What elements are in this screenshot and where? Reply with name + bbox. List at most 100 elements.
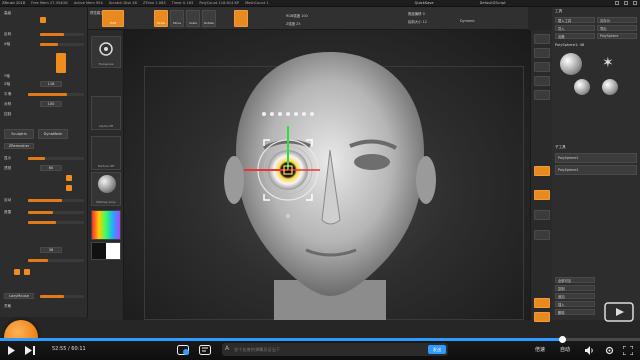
subtool-item[interactable]: PolySphere1 [555,153,637,163]
edit-button[interactable]: Edit [102,10,124,27]
setting-slider[interactable] [40,33,84,36]
canvas-viewport[interactable] [124,30,530,320]
lazymouse-button[interactable]: LazyMouse [4,293,34,299]
danmu-send-button[interactable]: 发送 [428,345,446,354]
scale-button[interactable]: Scale [186,10,200,27]
color-swatches[interactable] [91,242,121,260]
fullscreen-icon[interactable] [622,344,634,356]
setting-slider[interactable] [40,43,84,46]
setting-slider[interactable] [40,295,84,298]
danmu-toggle-icon[interactable] [176,344,190,356]
setting-row[interactable]: 遮罩 [4,209,11,215]
transpose-card[interactable]: Transpose [91,36,121,68]
toggle-button[interactable] [24,269,30,275]
danmu-settings-icon[interactable] [198,344,212,356]
subtool-item[interactable]: PolySphere1 [555,165,637,175]
tool-sphere-icon[interactable] [602,79,618,95]
quality-button[interactable]: 自动 [560,346,570,353]
focal-shift-label[interactable]: 焦距偏移 0 [408,11,425,16]
setting-slider[interactable] [28,93,84,96]
shelf-button-active[interactable] [534,298,550,308]
shelf-button[interactable] [534,76,550,86]
play-icon[interactable] [6,344,16,356]
setting-slider[interactable] [28,221,84,224]
visible-all-button[interactable]: 全部可见 [555,277,595,283]
toggle-button[interactable] [66,185,72,191]
value-field[interactable]: 118 [40,81,62,87]
shelf-button[interactable] [534,230,550,240]
shelf-button-active[interactable] [534,190,550,200]
star-icon[interactable]: ✶ [602,55,618,71]
setting-slider[interactable] [28,199,84,202]
close-icon[interactable] [633,1,637,5]
move-button[interactable]: Move [170,10,184,27]
toggle-button[interactable] [66,175,72,181]
export-button[interactable]: 导出 [597,25,637,31]
danmu-style-icon[interactable]: A [225,345,229,352]
import-button[interactable]: 导入 [555,25,595,31]
shelf-button[interactable] [534,210,550,220]
setting-row[interactable]: 自动 [4,197,11,203]
head-model[interactable] [124,30,530,320]
texture-card[interactable]: Texture Off [91,136,121,170]
shelf-button-active[interactable] [534,312,550,322]
toggle-button[interactable] [56,53,66,73]
rotate-button[interactable]: Rotate [202,10,216,27]
playback-time: 52:55 / 60:11 [52,346,86,352]
rgb-intensity-label[interactable]: RGB强度 100 [286,13,308,18]
setting-row[interactable]: 透视 [4,165,11,171]
dynamic-label[interactable]: Dynamic [460,19,475,23]
z-intensity-label[interactable]: Z强度 25 [286,21,301,26]
setting-row[interactable]: 显示 [4,155,11,161]
value-field[interactable]: 60 [40,165,62,171]
settings-icon[interactable] [604,344,614,356]
toggle-button[interactable] [14,269,20,275]
tool-sphere-icon[interactable] [574,79,590,95]
speed-button[interactable]: 倍速 [535,346,545,353]
duplicate-button[interactable]: 复制 [555,285,595,291]
maximize-icon[interactable] [624,1,628,5]
toggle-button[interactable] [40,17,46,23]
danmu-input[interactable] [234,345,399,354]
shelf-button[interactable] [534,62,550,72]
transform-button[interactable] [234,10,248,27]
sculptris-button[interactable]: Sculptris [4,129,34,139]
insert-button[interactable]: 插入 [555,301,595,307]
zremesher-button[interactable]: ZRemesher [4,143,34,149]
alpha-card[interactable]: Alpha Off [91,96,121,130]
shelf-button[interactable] [534,90,550,100]
append-button[interactable]: 追加 [555,293,595,299]
volume-icon[interactable] [584,344,594,356]
setting-row[interactable]: Z轴 [4,81,10,87]
save-as-button[interactable]: 另存为 [597,17,637,23]
polysphere-button[interactable]: PolySphere [597,33,637,39]
setting-slider[interactable] [28,259,84,262]
shelf-button-active[interactable] [534,166,550,176]
tool-sphere-icon[interactable] [560,53,582,75]
minimize-icon[interactable] [615,1,619,5]
dynamesh-button[interactable]: DynaMesh [38,129,68,139]
clone-button[interactable]: 克隆 [555,33,595,39]
load-tool-button[interactable]: 载入工具 [555,17,595,23]
progress-knob[interactable] [559,336,567,343]
setting-row[interactable]: 平滑 [4,91,11,97]
material-card[interactable]: MatCap Gray [91,172,121,206]
setting-row[interactable]: X轴 [4,41,10,47]
delete-button[interactable]: 删除 [555,309,595,315]
value-field[interactable]: 100 [40,101,62,107]
setting-row[interactable]: 对称 [4,101,11,107]
draw-size-label[interactable]: 绘制大小 12 [408,19,427,24]
next-icon[interactable] [24,344,36,356]
quicksave-button[interactable]: QuickSave [415,1,434,5]
setting-row[interactable]: 控制 [4,111,11,117]
setting-row[interactable]: 灵敏 [4,303,11,309]
setting-slider[interactable] [28,211,84,214]
value-field[interactable]: 36 [40,247,62,253]
shelf-button[interactable] [534,34,550,44]
shelf-button[interactable] [534,48,550,58]
setting-slider[interactable] [28,157,84,160]
setting-row[interactable]: 反转 [4,31,11,37]
setting-row[interactable]: Y轴 [4,73,10,79]
draw-button[interactable]: Draw [154,10,168,27]
color-picker[interactable] [91,210,121,240]
